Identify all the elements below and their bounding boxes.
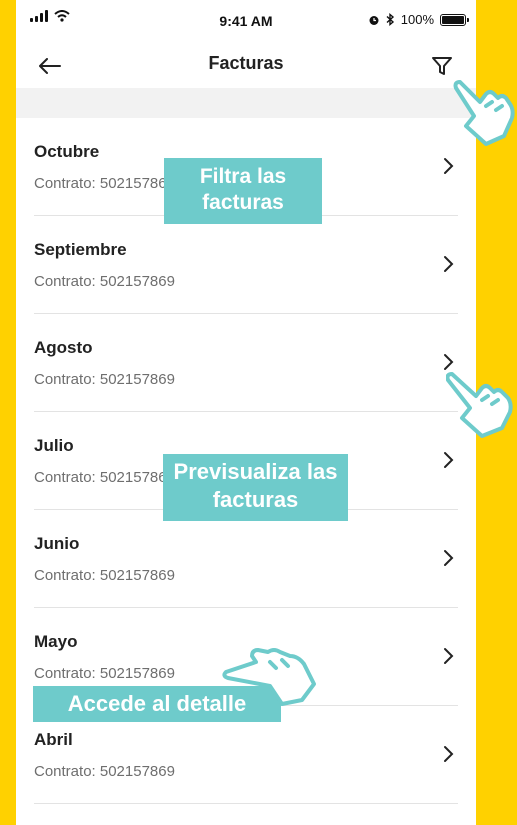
filter-icon <box>432 57 452 75</box>
invoice-month: Septiembre <box>34 240 127 259</box>
chevron-right-icon <box>444 746 454 762</box>
pointing-hand-icon <box>453 80 515 146</box>
invoice-month: Julio <box>34 436 74 455</box>
app-header: Facturas <box>16 44 476 88</box>
invoice-month: Junio <box>34 534 80 553</box>
invoice-row-septiembre[interactable]: Septiembre Contrato: 502157869 <box>34 216 458 314</box>
invoice-row-junio[interactable]: Junio Contrato: 502157869 <box>34 510 458 608</box>
battery-percent: 100% <box>400 12 434 27</box>
pointing-hand-icon <box>446 372 513 438</box>
invoice-contract: Contrato: 502157869 <box>34 567 175 584</box>
separator-band <box>16 88 476 118</box>
callout-filter: Filtra las facturas <box>164 158 322 224</box>
bluetooth-icon <box>386 13 394 26</box>
invoice-contract: Contrato: 502157869 <box>34 763 175 780</box>
battery-icon <box>440 13 469 26</box>
invoice-contract: Contrato: 502157869 <box>34 469 175 486</box>
invoice-month: Agosto <box>34 338 93 357</box>
invoice-contract: Contrato: 502157869 <box>34 273 175 290</box>
invoice-month: Octubre <box>34 142 100 161</box>
chevron-right-icon <box>444 648 454 664</box>
chevron-right-icon <box>444 256 454 272</box>
invoice-month: Mayo <box>34 632 78 651</box>
chevron-right-icon <box>444 550 454 566</box>
alarm-icon <box>369 15 379 25</box>
chevron-right-icon <box>444 158 454 174</box>
invoice-month: Abril <box>34 730 73 749</box>
pointing-hand-icon <box>222 648 316 706</box>
page-title: Facturas <box>208 53 284 73</box>
invoice-row-agosto[interactable]: Agosto Contrato: 502157869 <box>34 314 458 412</box>
invoice-contract: Contrato: 502157869 <box>34 371 175 388</box>
invoice-contract: Contrato: 502157869 <box>34 665 175 682</box>
chevron-right-icon <box>444 452 454 468</box>
status-bar: 9:41 AM 100% <box>16 0 476 44</box>
callout-preview: Previsualiza las facturas <box>163 454 348 521</box>
invoice-contract: Contrato: 502157869 <box>34 175 175 192</box>
status-right: 100% <box>368 12 469 27</box>
